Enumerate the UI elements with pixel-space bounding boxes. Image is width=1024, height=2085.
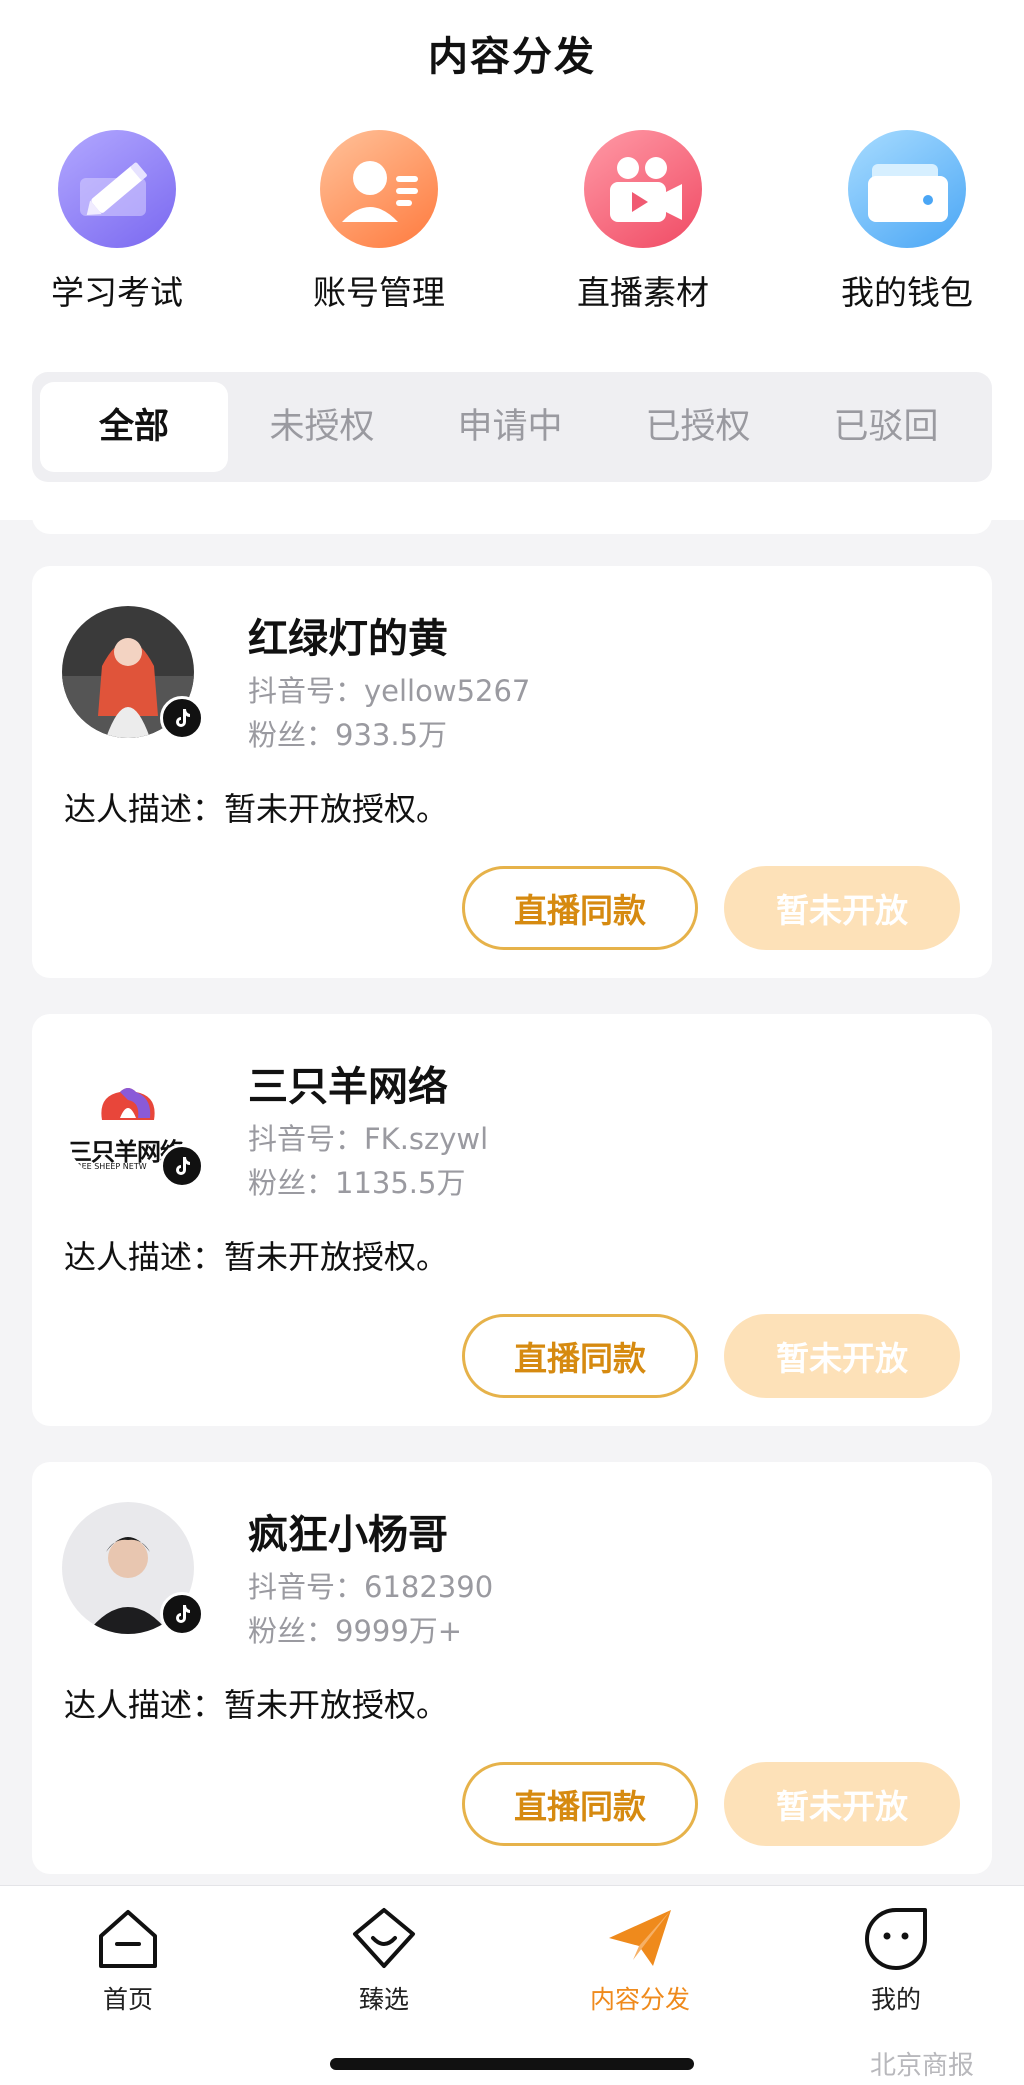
live-same-style-button[interactable]: 直播同款 <box>462 866 698 950</box>
select-icon <box>349 1904 419 1974</box>
page-title: 内容分发 <box>428 34 596 80</box>
tab-unauthorized[interactable]: 未授权 <box>228 382 416 472</box>
douyin-id: 抖音号：FK.szywl <box>248 1122 489 1156</box>
douyin-icon <box>160 1144 204 1188</box>
creator-description: 达人描述：暂未开放授权。 <box>64 1686 449 1724</box>
not-open-button[interactable]: 暂未开放 <box>724 1762 960 1846</box>
quick-actions: 学习考试 账号管理 直播素材 我的钱包 <box>0 130 1024 330</box>
tab-applying[interactable]: 申请中 <box>416 382 604 472</box>
creator-card[interactable]: 疯狂小杨哥 抖音号：6182390 粉丝：9999万+ 达人描述：暂未开放授权。… <box>32 1462 992 1874</box>
wallet-icon <box>848 130 966 248</box>
creator-name: 红绿灯的黄 <box>248 616 448 662</box>
profile-face-icon <box>861 1904 931 1974</box>
nav-label: 臻选 <box>358 1985 409 2014</box>
logo-subtext: HREE SHEEP NETW <box>70 1162 147 1171</box>
creator-description: 达人描述：暂未开放授权。 <box>64 790 449 828</box>
live-same-style-button[interactable]: 直播同款 <box>462 1762 698 1846</box>
not-open-button[interactable]: 暂未开放 <box>724 1314 960 1398</box>
creator-name: 疯狂小杨哥 <box>248 1512 448 1558</box>
quick-action-account[interactable]: 账号管理 <box>274 130 484 314</box>
quick-action-wallet[interactable]: 我的钱包 <box>802 130 1012 314</box>
nav-mine[interactable]: 我的 <box>796 1904 996 2016</box>
quick-action-label: 学习考试 <box>51 273 183 312</box>
fans-count: 粉丝：9999万+ <box>248 1614 463 1648</box>
live-same-style-button[interactable]: 直播同款 <box>462 1314 698 1398</box>
nav-content-distribution[interactable]: 内容分发 <box>540 1904 740 2016</box>
creator-description: 达人描述：暂未开放授权。 <box>64 1238 449 1276</box>
account-icon <box>320 130 438 248</box>
quick-action-label: 我的钱包 <box>841 273 973 312</box>
quick-action-study[interactable]: 学习考试 <box>12 130 222 314</box>
tab-all[interactable]: 全部 <box>40 382 228 472</box>
douyin-id: 抖音号：6182390 <box>248 1570 494 1604</box>
douyin-id: 抖音号：yellow5267 <box>248 674 531 708</box>
creator-card[interactable]: 三只羊网络 HREE SHEEP NETW 三只羊网络 抖音号：FK.szywl… <box>32 1014 992 1426</box>
quick-action-label: 账号管理 <box>313 273 445 312</box>
nav-label: 内容分发 <box>589 1985 690 2014</box>
creator-card[interactable]: 红绿灯的黄 抖音号：yellow5267 粉丝：933.5万 达人描述：暂未开放… <box>32 566 992 978</box>
nav-home[interactable]: 首页 <box>28 1904 228 2016</box>
tab-authorized[interactable]: 已授权 <box>604 382 792 472</box>
nav-label: 首页 <box>102 1985 153 2014</box>
home-indicator[interactable] <box>330 2058 694 2070</box>
douyin-icon <box>160 696 204 740</box>
fans-count: 粉丝：1135.5万 <box>248 1166 466 1200</box>
paper-plane-icon <box>605 1904 675 1974</box>
not-open-button[interactable]: 暂未开放 <box>724 866 960 950</box>
quick-action-live-material[interactable]: 直播素材 <box>538 130 748 314</box>
nav-select[interactable]: 臻选 <box>284 1904 484 2016</box>
douyin-icon <box>160 1592 204 1636</box>
creator-name: 三只羊网络 <box>248 1064 448 1110</box>
filter-tabs: 全部 未授权 申请中 已授权 已驳回 <box>32 372 992 482</box>
quick-action-label: 直播素材 <box>577 273 709 312</box>
home-icon <box>93 1904 163 1974</box>
video-camera-icon <box>584 130 702 248</box>
previous-card-edge <box>32 510 992 534</box>
fans-count: 粉丝：933.5万 <box>248 718 448 752</box>
tab-rejected[interactable]: 已驳回 <box>792 382 980 472</box>
watermark: 北京商报 <box>870 2051 975 2081</box>
pencil-icon <box>58 130 176 248</box>
nav-label: 我的 <box>870 1985 921 2014</box>
